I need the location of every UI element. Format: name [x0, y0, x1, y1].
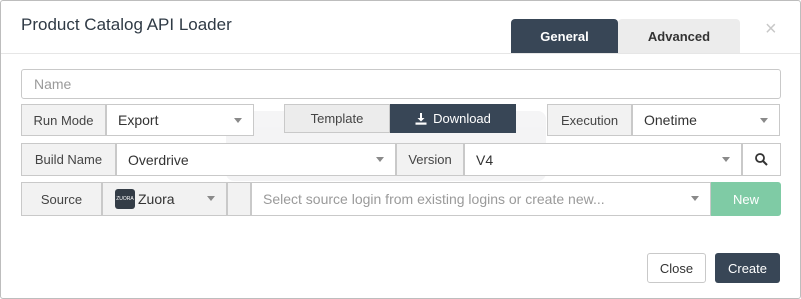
source-spacer: [227, 182, 251, 216]
build-name-label: Build Name: [21, 143, 116, 176]
tab-advanced[interactable]: Advanced: [618, 19, 740, 53]
execution-value: Onetime: [644, 112, 697, 128]
source-login-select[interactable]: Select source login from existing logins…: [251, 182, 711, 216]
chevron-down-icon: [376, 157, 384, 162]
chevron-down-icon: [691, 196, 699, 201]
version-label: Version: [396, 143, 464, 176]
run-mode-value: Export: [118, 112, 159, 128]
loader-dialog: Product Catalog API Loader General Advan…: [0, 0, 801, 299]
run-mode-label: Run Mode: [21, 104, 106, 136]
execution-label: Execution: [547, 104, 632, 136]
tabs-divider: [1, 53, 800, 54]
chevron-down-icon: [722, 157, 730, 162]
chevron-down-icon: [207, 196, 215, 201]
search-button[interactable]: [742, 143, 781, 176]
source-connector-value: Zuora: [138, 191, 175, 207]
download-button[interactable]: Download: [390, 104, 516, 133]
close-icon[interactable]: ×: [765, 19, 777, 39]
new-login-button[interactable]: New: [711, 182, 781, 216]
version-value: V4: [476, 151, 494, 168]
chevron-down-icon: [760, 118, 768, 123]
name-field[interactable]: Name: [21, 69, 781, 99]
execution-select[interactable]: Onetime: [632, 104, 780, 136]
template-button[interactable]: Template: [284, 104, 390, 133]
source-label: Source: [21, 182, 102, 216]
source-login-placeholder: Select source login from existing logins…: [263, 191, 605, 207]
zuora-logo-icon: ZUORA: [115, 189, 135, 209]
close-button[interactable]: Close: [647, 253, 706, 283]
download-icon: [415, 112, 427, 125]
chevron-down-icon: [234, 118, 242, 123]
tab-general[interactable]: General: [511, 19, 618, 53]
build-name-value: Overdrive: [128, 151, 189, 168]
dialog-title: Product Catalog API Loader: [21, 15, 232, 34]
search-icon: [755, 153, 768, 166]
source-connector-select[interactable]: ZUORA Zuora: [102, 182, 227, 216]
name-placeholder: Name: [34, 76, 72, 92]
run-mode-select[interactable]: Export: [106, 104, 254, 136]
version-select[interactable]: V4: [464, 143, 742, 176]
download-label: Download: [433, 111, 491, 126]
create-button[interactable]: Create: [715, 253, 780, 283]
build-name-select[interactable]: Overdrive: [116, 143, 396, 176]
